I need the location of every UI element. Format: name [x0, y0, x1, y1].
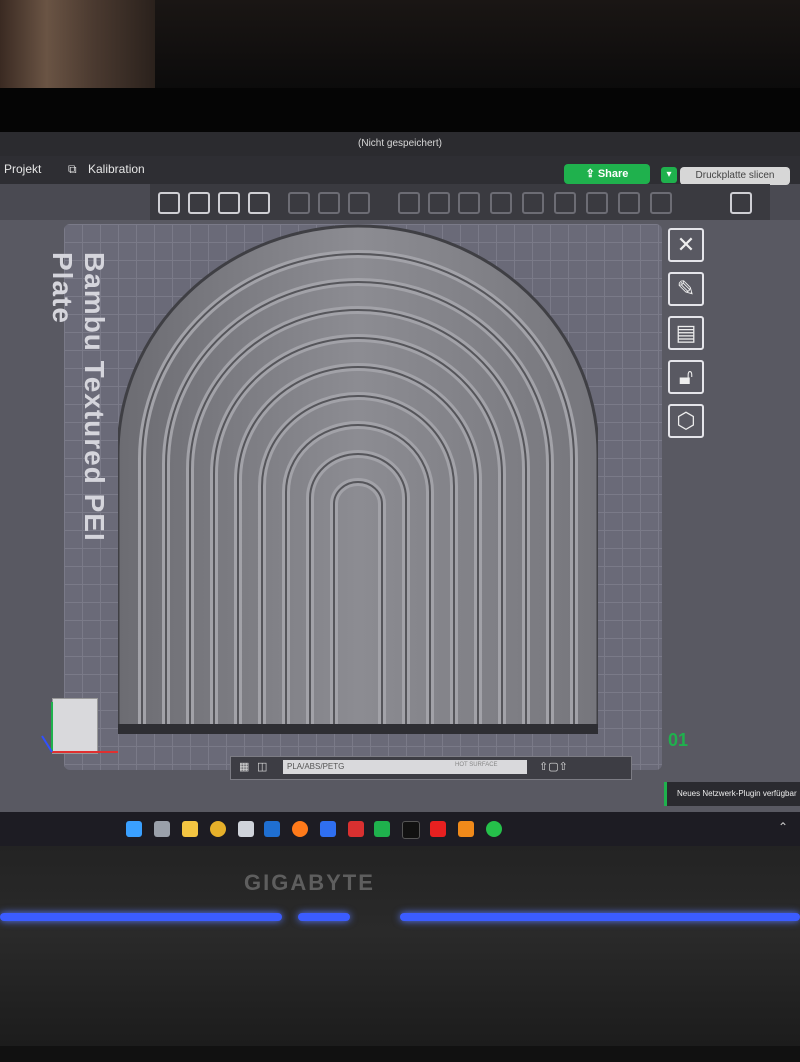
bambu-studio-icon[interactable]	[374, 821, 390, 837]
led-strip-middle	[298, 913, 350, 921]
whatsapp-icon[interactable]	[486, 821, 502, 837]
monitor-bezel	[0, 88, 800, 134]
hot-surface-label: HOT SURFACE	[455, 762, 498, 768]
outlook-icon[interactable]	[264, 821, 280, 837]
calibration-icon: ⧉	[68, 162, 77, 176]
edit-plate-icon[interactable]: ✎	[668, 272, 704, 306]
explorer-icon[interactable]	[182, 821, 198, 837]
mesh-boolean-icon[interactable]	[586, 192, 608, 214]
plate-icon[interactable]	[318, 192, 340, 214]
paint-icon[interactable]	[650, 192, 672, 214]
filament-grid-icon[interactable]: ▦	[239, 760, 249, 773]
orange-app-icon[interactable]	[458, 821, 474, 837]
slice-dropdown-button[interactable]: ▾	[661, 167, 677, 183]
task-view-icon[interactable]	[154, 821, 170, 837]
plate-label: Bambu Textured PEI Plate	[47, 252, 110, 542]
arrange-icon[interactable]	[248, 192, 270, 214]
copy-icon[interactable]	[288, 192, 310, 214]
youtube-icon[interactable]	[430, 821, 446, 837]
grid-icon[interactable]	[188, 192, 210, 214]
menu-project[interactable]: Projekt	[4, 162, 41, 176]
filament-material-label: PLA/ABS/PETG	[287, 762, 345, 771]
screen: (Nicht gespeichert) Projekt ⧉ Kalibratio…	[0, 132, 800, 822]
laptop-body	[0, 846, 800, 1062]
share-icon: ⇪	[585, 168, 598, 180]
curtain	[0, 0, 155, 88]
menu-calibration[interactable]: Kalibration	[88, 162, 145, 176]
auto-orient-icon[interactable]	[218, 192, 240, 214]
led-strip-left	[0, 913, 282, 921]
upload-icon[interactable]: ⇧▢⇧	[539, 760, 568, 773]
tray-chevron-icon[interactable]: ⌃	[778, 820, 788, 834]
close-icon[interactable]: ✕	[668, 228, 704, 262]
chart-app-icon[interactable]	[348, 821, 364, 837]
led-strip-right	[400, 913, 800, 921]
layout-icon[interactable]: ▤	[668, 316, 704, 350]
move-icon[interactable]	[398, 192, 420, 214]
scale-icon[interactable]	[458, 192, 480, 214]
chrome-icon[interactable]	[210, 821, 226, 837]
filament-bar: ▦ ◫ PLA/ABS/PETG HOT SURFACE ⇧▢⇧	[230, 756, 632, 780]
add-cube-icon[interactable]	[158, 192, 180, 214]
laptop-brand: GIGABYTE	[244, 870, 375, 895]
assembly-icon[interactable]	[730, 192, 752, 214]
windows-taskbar: ⌃	[0, 812, 800, 846]
rotate-icon[interactable]	[428, 192, 450, 214]
seam-icon[interactable]	[554, 192, 576, 214]
axis-indicator	[41, 702, 118, 753]
window-title: (Nicht gespeichert)	[0, 132, 800, 156]
share-label: Share	[597, 168, 629, 180]
share-button[interactable]: ⇪ Share	[564, 164, 650, 184]
phone-overlay-bar	[0, 1046, 800, 1062]
layers-icon[interactable]	[348, 192, 370, 214]
tiktok-icon[interactable]	[402, 821, 420, 839]
store-icon[interactable]	[320, 821, 336, 837]
notification-toast[interactable]: Neues Netzwerk-Plugin verfügbar	[664, 782, 800, 806]
calendar-icon[interactable]	[238, 821, 254, 837]
plate-number: 01	[668, 730, 689, 750]
slice-plate-button[interactable]: Druckplatte slicen	[680, 167, 790, 185]
firefox-icon[interactable]	[292, 821, 308, 837]
filament-edit-icon[interactable]: ◫	[257, 760, 267, 773]
support-icon[interactable]	[522, 192, 544, 214]
main-toolbar	[150, 184, 770, 220]
start-icon[interactable]	[126, 821, 142, 837]
settings-icon[interactable]: ⬡	[668, 404, 704, 438]
cut-icon[interactable]	[490, 192, 512, 214]
arch-model[interactable]	[118, 224, 598, 734]
unlock-icon[interactable]: 🔓︎	[668, 360, 704, 394]
text-icon[interactable]	[618, 192, 640, 214]
